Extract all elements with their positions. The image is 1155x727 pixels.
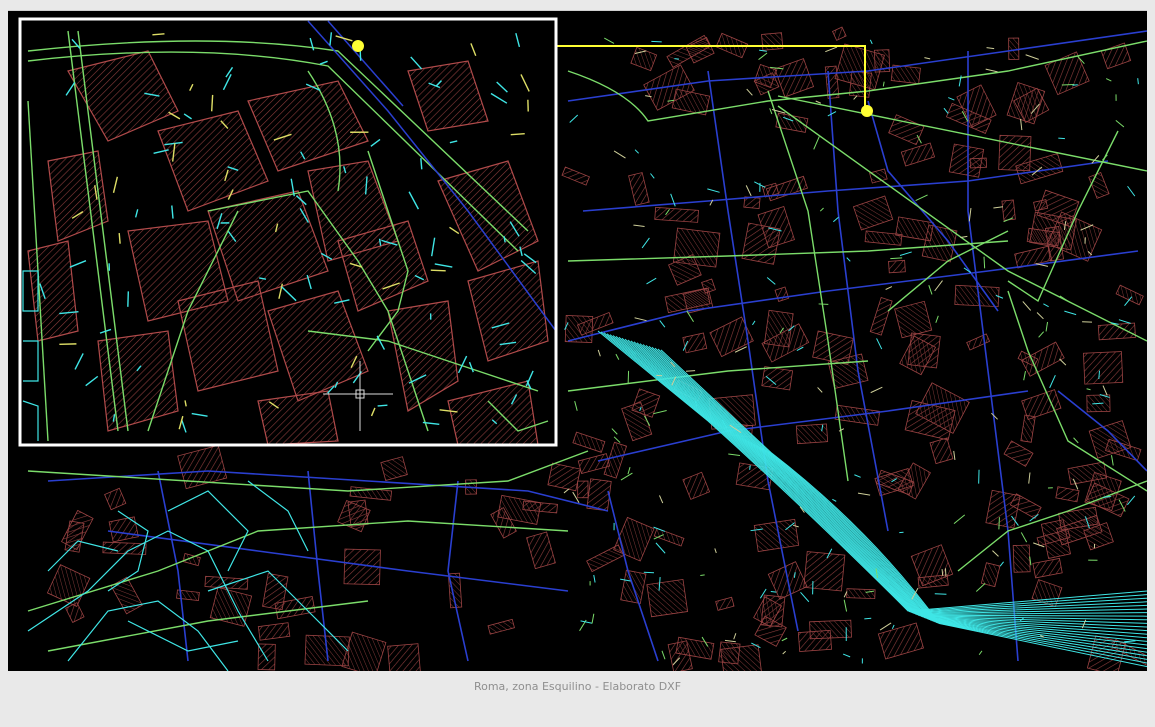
map-drawing [18,17,1147,671]
map-caption: Roma, zona Esquilino - Elaborato DXF [473,680,682,693]
start-marker[interactable] [352,40,364,52]
end-marker[interactable] [861,105,873,117]
zoom-inset [18,17,558,447]
dxf-map-viewport[interactable] [8,10,1147,671]
